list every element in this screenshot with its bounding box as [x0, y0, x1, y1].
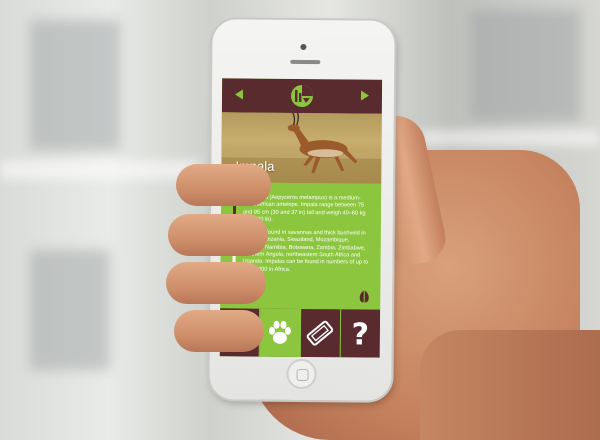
app-logo-icon: [290, 84, 314, 108]
tab-animals[interactable]: [260, 309, 301, 357]
home-button[interactable]: [286, 359, 316, 389]
front-camera: [300, 44, 306, 50]
app-header: [222, 78, 382, 113]
hand-finger-2: [168, 214, 268, 256]
hand-finger-4: [174, 310, 264, 352]
hoofprint-icon: [358, 289, 370, 303]
hand-finger-1: [176, 164, 271, 206]
previous-arrow-icon[interactable]: [235, 89, 243, 99]
next-arrow-icon[interactable]: [361, 91, 369, 101]
ticket-icon: [306, 319, 334, 347]
earpiece-speaker: [290, 60, 320, 64]
paw-icon: [266, 319, 294, 347]
hand-finger-3: [166, 262, 266, 304]
tab-help[interactable]: ?: [340, 309, 380, 357]
help-icon: ?: [341, 317, 381, 352]
tab-tickets[interactable]: [300, 309, 341, 357]
hand-wrist: [420, 330, 600, 440]
